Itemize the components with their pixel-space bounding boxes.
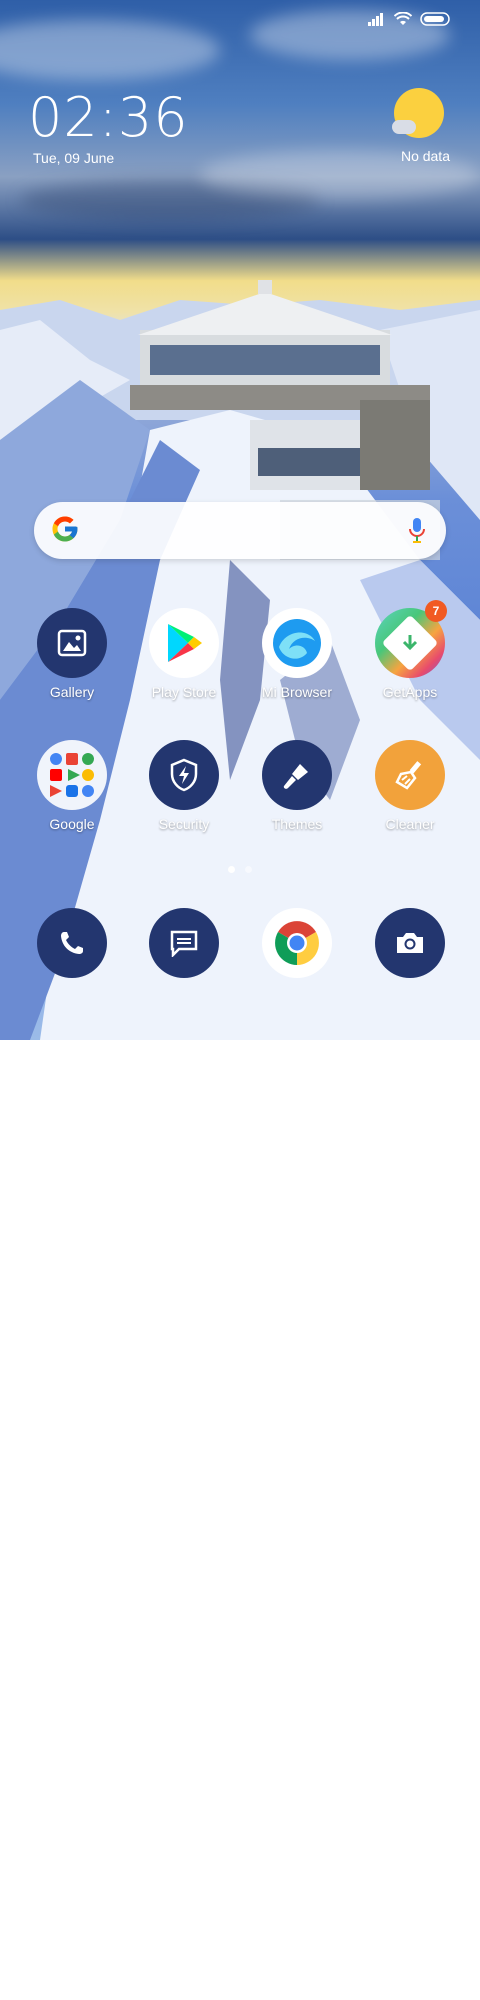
chrome-icon (262, 908, 332, 978)
app-cleaner[interactable]: Cleaner (350, 740, 470, 832)
page-dot-active[interactable] (228, 866, 235, 873)
app-label: Mi Browser (261, 684, 332, 700)
folder-google[interactable]: Google (12, 740, 132, 832)
security-icon (149, 740, 219, 810)
cleaner-icon (375, 740, 445, 810)
google-search-bar[interactable] (34, 502, 446, 559)
page-dot[interactable] (245, 866, 252, 873)
play-store-icon (149, 608, 219, 678)
battery-icon (420, 12, 450, 26)
app-label: Cleaner (385, 816, 435, 832)
clock-time[interactable]: 02:36 (28, 88, 189, 148)
getapps-icon: 7 (375, 600, 447, 678)
app-camera[interactable] (350, 908, 470, 978)
app-phone[interactable] (12, 908, 132, 978)
app-gallery[interactable]: Gallery (12, 608, 132, 700)
wifi-icon (394, 12, 412, 25)
app-getapps[interactable]: 7 GetApps (350, 600, 470, 700)
back-button[interactable] (330, 1982, 344, 1998)
app-messages[interactable] (124, 908, 244, 978)
app-label: Play Store (151, 684, 217, 700)
clock-date[interactable]: Tue, 09 June (33, 150, 114, 166)
notification-badge: 7 (425, 600, 447, 622)
home-button[interactable] (229, 1980, 249, 2000)
app-label: GetApps (382, 684, 438, 700)
weather-text: No data (400, 148, 450, 164)
app-security[interactable]: Security (124, 740, 244, 832)
app-mi-browser[interactable]: Mi Browser (237, 608, 357, 700)
sun-cloud-icon (392, 88, 444, 138)
page-indicator (0, 866, 480, 873)
signal-icon (368, 13, 383, 26)
weather-widget[interactable]: No data (388, 88, 450, 164)
app-themes[interactable]: Themes (237, 740, 357, 832)
status-bar (0, 0, 480, 40)
google-folder-icon (37, 740, 107, 810)
google-g-icon (52, 516, 78, 542)
app-chrome[interactable] (237, 908, 357, 978)
navigation-bar (0, 980, 480, 2000)
gallery-icon (37, 608, 107, 678)
microphone-icon[interactable] (408, 516, 426, 544)
mi-browser-icon (262, 608, 332, 678)
messages-icon (149, 908, 219, 978)
app-play-store[interactable]: Play Store (124, 608, 244, 700)
themes-icon (262, 740, 332, 810)
phone-icon (37, 908, 107, 978)
camera-icon (375, 908, 445, 978)
app-label: Themes (271, 816, 323, 832)
recents-button[interactable] (133, 1983, 147, 1997)
app-label: Gallery (49, 684, 95, 700)
app-label: Google (49, 816, 95, 832)
app-label: Security (158, 816, 210, 832)
